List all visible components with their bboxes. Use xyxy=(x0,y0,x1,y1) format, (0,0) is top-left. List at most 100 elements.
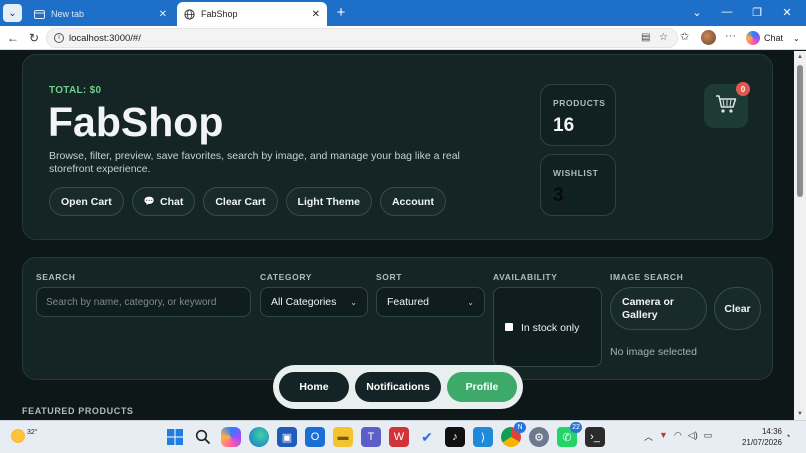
whatsapp-icon[interactable]: ✆ 22 xyxy=(557,422,582,447)
nav-home-button[interactable]: Home xyxy=(279,372,349,402)
scroll-down-arrow-icon[interactable]: ▼ xyxy=(797,411,803,417)
scrollbar-thumb[interactable] xyxy=(797,65,803,197)
copilot-chat-button[interactable]: Chat ⌄ xyxy=(746,29,800,47)
sort-select[interactable]: Featured ⌄ xyxy=(376,287,485,317)
site-info-icon[interactable]: i xyxy=(54,33,64,43)
nav-notifications-button[interactable]: Notifications xyxy=(355,372,441,402)
file-explorer-icon[interactable]: ▬ xyxy=(333,427,353,447)
hero-panel: TOTAL: $0 FabShop Browse, filter, previe… xyxy=(22,54,773,240)
favorites-icon[interactable]: ✩ xyxy=(680,30,689,43)
tab-fabshop[interactable]: FabShop ✕ xyxy=(177,2,327,26)
products-count: 16 xyxy=(553,115,575,136)
weather-widget[interactable]: 32° xyxy=(11,429,38,443)
avatar[interactable] xyxy=(701,30,716,45)
search-input[interactable] xyxy=(36,287,251,317)
taskbar: 32° ▣ O ▬ T W ✔ ♪ ⟩ N ⚙ ✆ 22 ›_ ︿ ▼ ◠ ◁)… xyxy=(0,420,806,453)
taskbar-apps: ▣ O ▬ T W ✔ ♪ ⟩ N ⚙ ✆ 22 ›_ xyxy=(165,422,605,447)
speech-bubble-icon: 💬 xyxy=(143,196,155,206)
image-search-status: No image selected xyxy=(610,346,697,358)
chrome-profile-badge: N xyxy=(514,422,526,433)
shopping-cart-icon xyxy=(715,94,737,119)
filters-panel: SEARCH CATEGORY All Categories ⌄ SORT Fe… xyxy=(22,257,773,380)
chevron-down-icon: ⌄ xyxy=(467,297,474,307)
new-tab-button[interactable]: + xyxy=(333,4,349,21)
page-title: FabShop xyxy=(48,99,224,145)
battery-icon[interactable]: ▭ xyxy=(704,430,713,443)
notification-bell-icon[interactable]: ◔ xyxy=(785,431,790,441)
clear-cart-button[interactable]: Clear Cart xyxy=(203,187,278,216)
windows-start-icon[interactable] xyxy=(165,427,185,447)
office-icon[interactable]: W xyxy=(389,427,409,447)
sun-icon xyxy=(11,429,25,443)
cart-count-badge: 0 xyxy=(736,82,750,96)
vscode-icon[interactable]: ⟩ xyxy=(473,427,493,447)
chevron-down-icon: ⌄ xyxy=(350,297,357,307)
sort-label: SORT xyxy=(376,272,403,282)
availability-filter: In stock only xyxy=(493,287,602,367)
chevron-up-icon[interactable]: ︿ xyxy=(644,430,653,443)
copilot-app-icon[interactable] xyxy=(221,427,241,447)
in-stock-checkbox[interactable] xyxy=(505,323,513,331)
whatsapp-unread-badge: 22 xyxy=(570,422,582,433)
reading-view-icon[interactable]: ▤ xyxy=(641,32,650,43)
tab-actions-menu-button[interactable]: ⌄ xyxy=(3,4,22,22)
open-cart-button[interactable]: Open Cart xyxy=(49,187,124,216)
tab-search-icon[interactable]: ⌄ xyxy=(682,3,712,21)
search-icon[interactable] xyxy=(193,427,213,447)
chat-button-label: Chat xyxy=(159,195,184,208)
hero-description: Browse, filter, preview, save favorites,… xyxy=(49,150,460,175)
scroll-up-arrow-icon[interactable]: ▲ xyxy=(797,54,803,60)
clock[interactable]: 14:36 21/07/2026 xyxy=(740,426,782,448)
volume-icon[interactable]: ◁) xyxy=(688,430,698,443)
wifi-icon[interactable]: ◠ xyxy=(674,430,682,443)
outlook-icon[interactable]: O xyxy=(305,427,325,447)
todo-icon[interactable]: ✔ xyxy=(417,427,437,447)
featured-products-heading: FEATURED PRODUCTS xyxy=(22,406,134,416)
teams-icon[interactable]: T xyxy=(361,427,381,447)
tab-title: FabShop xyxy=(201,9,238,19)
more-options-icon[interactable]: ··· xyxy=(725,30,736,42)
cart-total: TOTAL: $0 xyxy=(49,85,102,96)
window-controls: ⌄ — ❐ ✕ xyxy=(682,3,802,21)
chat-label: Chat xyxy=(764,33,784,43)
minimize-icon[interactable]: — xyxy=(712,3,742,21)
stat-label: PRODUCTS xyxy=(553,98,606,108)
favorite-star-icon[interactable]: ☆ xyxy=(659,32,668,43)
category-selected: All Categories xyxy=(271,296,337,308)
restore-icon[interactable]: ❐ xyxy=(742,3,772,21)
close-icon[interactable]: ✕ xyxy=(159,9,167,20)
stat-label: WISHLIST xyxy=(553,168,599,178)
category-select[interactable]: All Categories ⌄ xyxy=(260,287,368,317)
browser-tab-strip: ⌄ New tab ✕ FabShop ✕ + ⌄ — ❐ ✕ xyxy=(0,0,806,26)
light-theme-button[interactable]: Light Theme xyxy=(285,187,372,216)
new-tab-page-icon xyxy=(34,9,45,20)
account-button[interactable]: Account xyxy=(379,187,446,216)
availability-label: AVAILABILITY xyxy=(493,272,558,282)
chrome-icon[interactable]: N xyxy=(501,422,526,447)
camera-or-gallery-button[interactable]: Camera or Gallery xyxy=(610,287,707,330)
nav-profile-button[interactable]: Profile xyxy=(447,372,517,402)
back-arrow-icon[interactable]: ← xyxy=(4,29,22,47)
clock-time: 14:36 xyxy=(761,427,782,436)
tiktok-icon[interactable]: ♪ xyxy=(445,427,465,447)
url-field[interactable]: i localhost:3000/#/ ▤ ☆ xyxy=(46,28,678,48)
close-icon[interactable]: ✕ xyxy=(312,9,320,20)
settings-gear-icon[interactable]: ⚙ xyxy=(529,427,549,447)
wishlist-stat-card: WISHLIST 3 xyxy=(540,154,616,216)
category-label: CATEGORY xyxy=(260,272,313,282)
terminal-icon[interactable]: ›_ xyxy=(585,427,605,447)
chat-button[interactable]: 💬 Chat xyxy=(131,187,196,216)
system-tray: ︿ ▼ ◠ ◁) ▭ xyxy=(644,430,712,443)
chevron-down-icon: ⌄ xyxy=(8,7,17,19)
antivirus-icon[interactable]: ▼ xyxy=(659,430,668,443)
store-icon[interactable]: ▣ xyxy=(277,427,297,447)
url-text[interactable]: localhost:3000/#/ xyxy=(69,33,141,44)
clear-image-button[interactable]: Clear xyxy=(714,287,761,330)
vertical-scrollbar[interactable]: ▲ ▼ xyxy=(794,51,806,420)
in-stock-label[interactable]: In stock only xyxy=(521,322,579,334)
tab-new-tab[interactable]: New tab ✕ xyxy=(27,2,174,26)
refresh-icon[interactable]: ↻ xyxy=(25,29,43,47)
close-window-icon[interactable]: ✕ xyxy=(772,3,802,21)
temperature: 32° xyxy=(27,429,38,436)
edge-browser-icon[interactable] xyxy=(249,427,269,447)
